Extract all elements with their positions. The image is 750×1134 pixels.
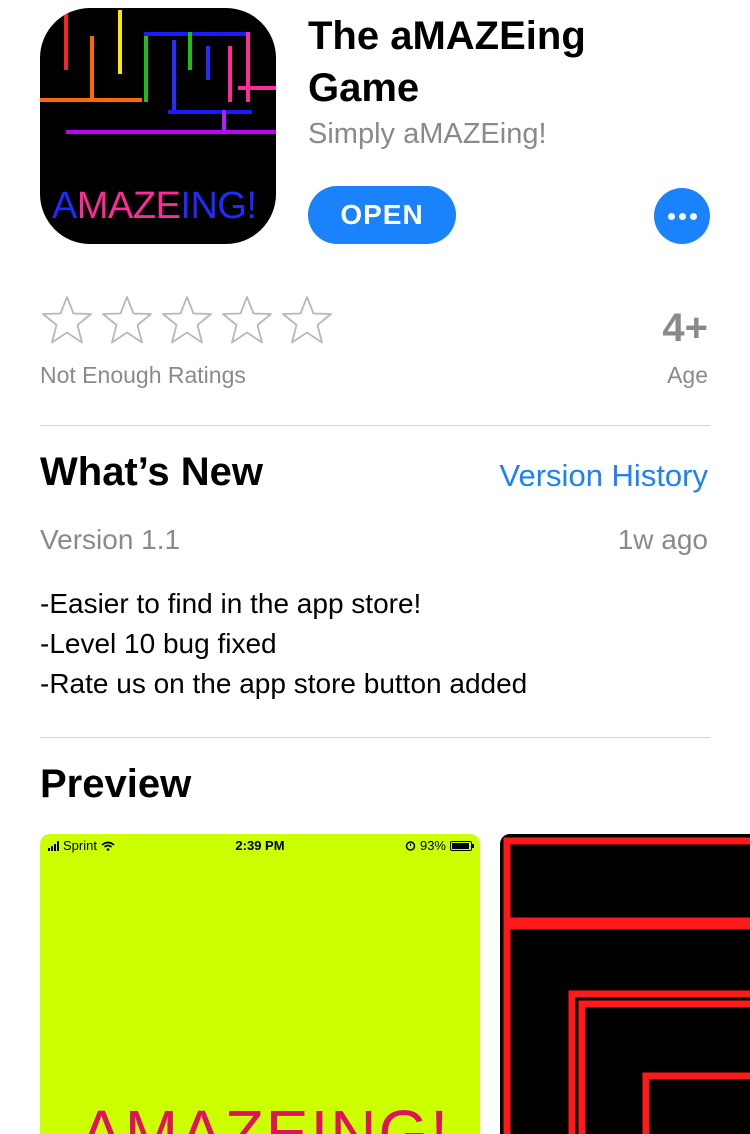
open-button[interactable]: OPEN	[308, 186, 456, 244]
age-rating-value: 4+	[662, 306, 708, 350]
divider	[40, 425, 710, 426]
star-icon	[102, 296, 152, 344]
ellipsis-icon	[667, 212, 675, 220]
release-note: -Level 10 bug fixed	[40, 628, 277, 659]
release-notes: -Easier to find in the app store! -Level…	[40, 584, 710, 704]
version-label: Version 1.1	[40, 524, 181, 555]
ratings-label: Not Enough Ratings	[40, 362, 246, 388]
age-rating-label: Age	[667, 362, 708, 388]
alarm-icon	[405, 841, 416, 851]
app-subtitle: Simply aMAZEing!	[308, 118, 547, 150]
star-icon	[42, 296, 92, 344]
release-note: -Easier to find in the app store!	[40, 588, 422, 619]
preview-wordmark: AMAZEING!	[80, 1097, 451, 1134]
whats-new-title: What’s New	[40, 450, 263, 494]
star-icon	[222, 296, 272, 344]
app-icon: AMAZEING!	[40, 8, 276, 244]
version-history-link[interactable]: Version History	[500, 458, 708, 494]
preview-screenshot-1[interactable]: Sprint 2:39 PM 93% AMAZEING!	[40, 834, 480, 1134]
release-date: 1w ago	[617, 524, 708, 555]
app-icon-wordmark: AMAZEING!	[52, 185, 257, 227]
star-icon	[282, 296, 332, 344]
rating-stars	[40, 294, 334, 348]
preview-screenshot-2[interactable]	[500, 834, 750, 1134]
app-title: The aMAZEing Game	[308, 14, 586, 110]
divider	[40, 737, 710, 738]
release-note: -Rate us on the app store button added	[40, 668, 528, 699]
battery-percent: 93%	[419, 838, 446, 853]
preview-title: Preview	[40, 762, 192, 806]
more-options-button[interactable]	[654, 188, 710, 244]
battery-icon	[450, 840, 474, 851]
status-bar: Sprint 2:39 PM 93%	[40, 834, 480, 860]
maze-preview-graphic	[503, 837, 750, 1134]
star-icon	[162, 296, 212, 344]
